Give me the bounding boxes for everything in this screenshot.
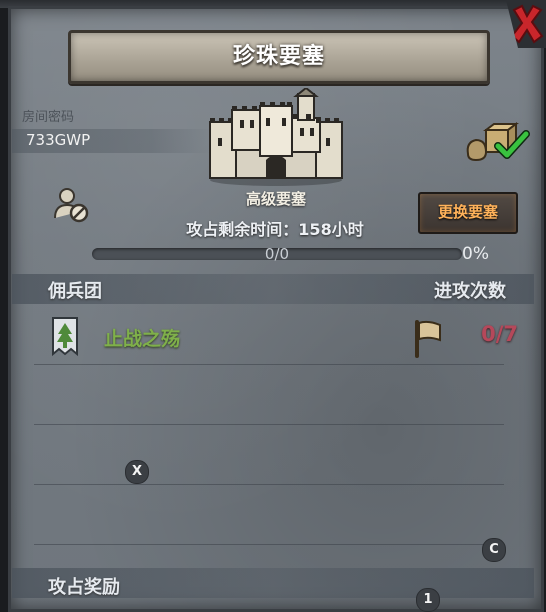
fortress-name: 高级要塞 (245, 190, 306, 208)
progress-text: 0/0 (264, 245, 290, 263)
guild-table-header: 佣兵团 进攻次数 (12, 274, 534, 304)
attack-count: 0/7 (481, 322, 518, 346)
row-divider (34, 544, 504, 545)
room-password-label: 房间密码 (22, 110, 75, 125)
castle-icon (206, 86, 346, 190)
user-block-icon[interactable] (52, 184, 92, 228)
room-password-value: 733GWP (26, 131, 91, 149)
occupation-progress-bar: 0/0 (92, 245, 462, 263)
one-key-badge[interactable]: 1 (416, 588, 440, 612)
rewards-header: 攻占奖励 (12, 568, 534, 598)
guild-name: 止战之殇 (104, 328, 181, 350)
supply-check-icon[interactable] (464, 122, 534, 166)
col-attacks-header: 进攻次数 (434, 281, 506, 302)
guild-tree-banner-icon (50, 316, 80, 362)
x-key-badge[interactable]: X (125, 460, 149, 484)
row-divider (34, 424, 504, 425)
occupation-time-left: 攻占剩余时间：158小时 (186, 220, 364, 239)
change-fortress-button[interactable]: 更换要塞 (418, 192, 518, 234)
col-guild-header: 佣兵团 (48, 281, 102, 302)
title-banner: 珍珠要塞 (68, 30, 490, 84)
row-divider (34, 484, 504, 485)
row-divider (34, 364, 504, 365)
attack-flag-icon (410, 318, 444, 362)
c-key-badge[interactable]: C (482, 538, 506, 562)
rewards-title: 攻占奖励 (48, 577, 120, 598)
progress-percent: 0% (462, 244, 489, 264)
page-title: 珍珠要塞 (232, 44, 325, 69)
